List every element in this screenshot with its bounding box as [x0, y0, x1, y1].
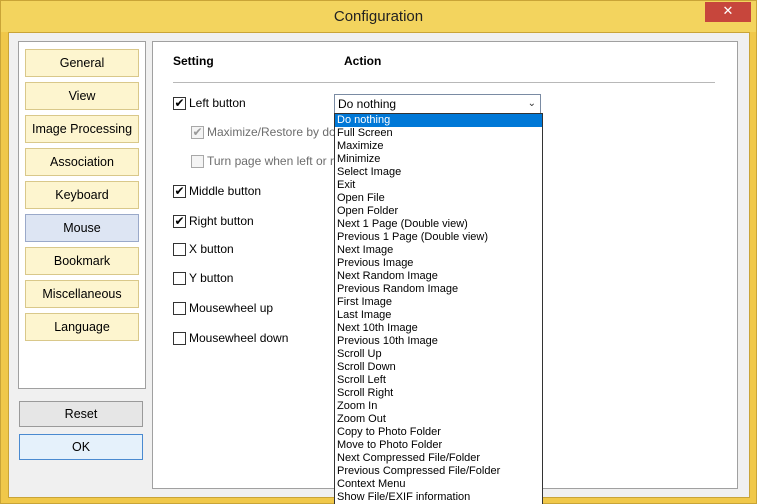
dropdown-option[interactable]: Previous 1 Page (Double view) [335, 231, 542, 244]
left-button-action-select[interactable]: Do nothing ⌄ [334, 94, 541, 114]
checkbox[interactable] [173, 301, 186, 315]
dropdown-option[interactable]: Previous 10th Image [335, 335, 542, 348]
setting-row-right-button[interactable]: ✔ Right button [173, 213, 254, 229]
category-list: General View Image Processing Associatio… [18, 41, 146, 389]
chevron-down-icon: ⌄ [527, 98, 536, 109]
dropdown-option[interactable]: First Image [335, 296, 542, 309]
check-icon: ✔ [192, 124, 203, 139]
dropdown-option[interactable]: Previous Random Image [335, 283, 542, 296]
setting-label: Middle button [189, 184, 262, 198]
action-column-header: Action [344, 54, 382, 68]
window-title: Configuration [333, 8, 424, 25]
setting-row-y-button[interactable]: Y button [173, 270, 233, 286]
setting-row-left-button[interactable]: ✔ Left button [173, 95, 246, 111]
setting-label: Right button [189, 214, 254, 228]
nav-item-miscellaneous[interactable]: Miscellaneous [25, 280, 139, 308]
dropdown-option[interactable]: Minimize [335, 153, 542, 166]
nav-item-image-processing[interactable]: Image Processing [25, 115, 139, 143]
reset-button[interactable]: Reset [19, 401, 143, 427]
nav-item-general[interactable]: General [25, 49, 139, 77]
nav-item-mouse[interactable]: Mouse [25, 214, 139, 242]
dropdown-option[interactable]: Scroll Down [335, 361, 542, 374]
setting-label: Y button [189, 271, 234, 285]
dropdown-option[interactable]: Maximize [335, 140, 542, 153]
checkbox[interactable]: ✔ [173, 95, 186, 110]
dropdown-option[interactable]: Next Image [335, 244, 542, 257]
dropdown-option[interactable]: Move to Photo Folder [335, 439, 542, 452]
dropdown-option[interactable]: Full Screen [335, 127, 542, 140]
checkbox[interactable]: ✔ [173, 183, 186, 198]
dropdown-option[interactable]: Do nothing [335, 114, 542, 127]
dropdown-option[interactable]: Copy to Photo Folder [335, 426, 542, 439]
action-select-value: Do nothing [338, 97, 397, 111]
checkbox[interactable] [173, 242, 186, 256]
close-icon: ✕ [722, 4, 734, 19]
dropdown-option[interactable]: Scroll Up [335, 348, 542, 361]
dropdown-option[interactable]: Select Image [335, 166, 542, 179]
setting-label: Turn page when left or righ [207, 154, 350, 168]
setting-row-mousewheel-down[interactable]: Mousewheel down [173, 330, 288, 346]
dropdown-option[interactable]: Next 10th Image [335, 322, 542, 335]
checkbox: ✔ [191, 124, 204, 139]
header-divider [173, 82, 715, 83]
dropdown-option[interactable]: Next Random Image [335, 270, 542, 283]
setting-label: Mousewheel down [189, 331, 289, 345]
checkbox[interactable] [173, 331, 186, 345]
dropdown-option[interactable]: Last Image [335, 309, 542, 322]
configuration-window: Configuration ✕ General View Image Proce… [0, 0, 757, 504]
setting-column-header: Setting [173, 54, 214, 68]
dropdown-option[interactable]: Context Menu [335, 478, 542, 491]
setting-row-turn-page: Turn page when left or righ [191, 153, 350, 169]
nav-item-language[interactable]: Language [25, 313, 139, 341]
setting-label: X button [189, 242, 234, 256]
dropdown-option[interactable]: Previous Image [335, 257, 542, 270]
dropdown-option[interactable]: Zoom Out [335, 413, 542, 426]
setting-label: Mousewheel up [189, 301, 274, 315]
dropdown-option[interactable]: Scroll Left [335, 374, 542, 387]
checkbox[interactable]: ✔ [173, 213, 186, 228]
dropdown-option[interactable]: Open File [335, 192, 542, 205]
checkbox[interactable] [173, 271, 186, 285]
close-button[interactable]: ✕ [705, 2, 751, 22]
dropdown-option[interactable]: Next 1 Page (Double view) [335, 218, 542, 231]
setting-row-middle-button[interactable]: ✔ Middle button [173, 183, 261, 199]
ok-button[interactable]: OK [19, 434, 143, 460]
checkbox [191, 154, 204, 168]
dropdown-option[interactable]: Zoom In [335, 400, 542, 413]
dropdown-option[interactable]: Exit [335, 179, 542, 192]
dropdown-option[interactable]: Scroll Right [335, 387, 542, 400]
action-dropdown-list[interactable]: Do nothing Full Screen Maximize Minimize Sel… [334, 113, 543, 504]
setting-row-maximize-restore: ✔ Maximize/Restore by doubl [191, 124, 352, 140]
dropdown-option[interactable]: Show File/EXIF information [335, 491, 542, 504]
title-bar[interactable]: Configuration ✕ [1, 1, 756, 32]
nav-item-bookmark[interactable]: Bookmark [25, 247, 139, 275]
check-icon: ✔ [174, 95, 185, 110]
dropdown-option[interactable]: Next Compressed File/Folder [335, 452, 542, 465]
nav-item-keyboard[interactable]: Keyboard [25, 181, 139, 209]
check-icon: ✔ [174, 183, 185, 198]
setting-label: Left button [189, 96, 246, 110]
dropdown-option[interactable]: Previous Compressed File/Folder [335, 465, 542, 478]
check-icon: ✔ [174, 213, 185, 228]
setting-row-mousewheel-up[interactable]: Mousewheel up [173, 300, 273, 316]
dropdown-option[interactable]: Open Folder [335, 205, 542, 218]
setting-label: Maximize/Restore by doubl [207, 125, 352, 139]
nav-item-view[interactable]: View [25, 82, 139, 110]
setting-row-x-button[interactable]: X button [173, 241, 234, 257]
nav-item-association[interactable]: Association [25, 148, 139, 176]
